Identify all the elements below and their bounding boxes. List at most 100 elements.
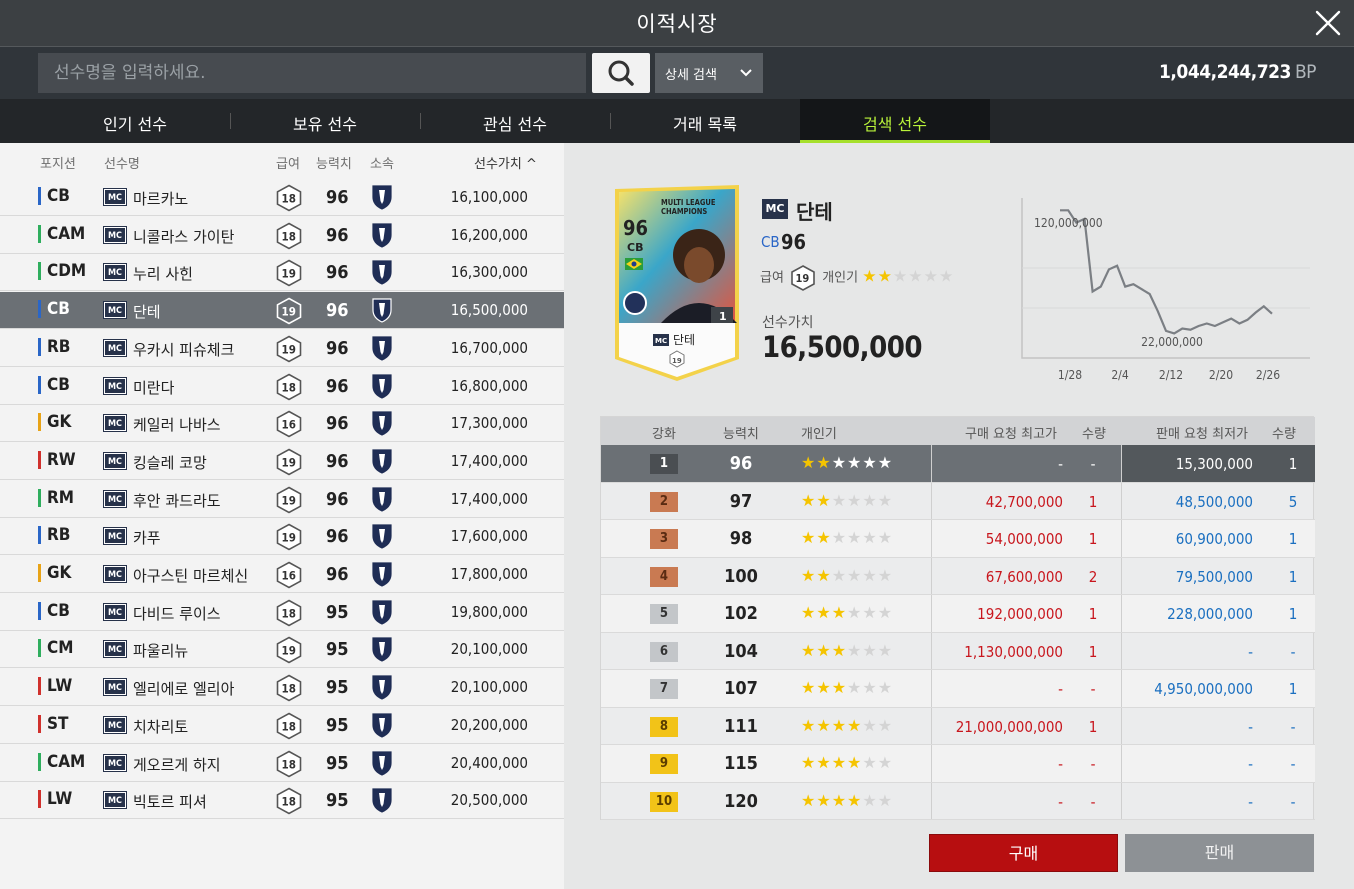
th-ovr: 능력치: [723, 427, 759, 442]
header-position[interactable]: 포지션: [40, 153, 76, 172]
row-pay: 16: [276, 410, 302, 438]
list-row[interactable]: GK MC 아구스틴 마르체신 16 96 17,800,000: [0, 556, 564, 593]
star-icon: ★: [831, 715, 848, 735]
enhance-row[interactable]: 3 98 ★★★★★★ 54,000,000 1 60,900,000 1: [601, 520, 1315, 558]
pay-value: 18: [282, 380, 296, 394]
star-icon: ★: [862, 753, 878, 772]
enhance-row[interactable]: 4 100 ★★★★★★ 67,600,000 2 79,500,000 1: [601, 557, 1315, 595]
star-icon: ★: [877, 678, 894, 697]
list-row[interactable]: RB MC 우카시 피슈체크 19 96 16,700,000: [0, 330, 564, 367]
row-name: 빅토르 피셔: [133, 793, 207, 812]
header-club[interactable]: 소속: [370, 153, 394, 172]
star-icon: ★: [877, 715, 894, 735]
enhance-row[interactable]: 8 111 ★★★★★★ 21,000,000,000 1- -: [601, 707, 1315, 745]
pay-hex-icon: 18: [276, 674, 302, 702]
list-row[interactable]: RM MC 후안 콰드라도 19 96 17,400,000: [0, 481, 564, 518]
list-row[interactable]: CB MC 미란다 18 96 16,800,000: [0, 368, 564, 405]
star-icon: ★: [831, 528, 848, 547]
star-icon: ★: [831, 640, 848, 660]
enhance-row[interactable]: 1 96 ★★★★★★ - -15,300,000 1: [601, 445, 1315, 483]
list-row[interactable]: CB MC 다비드 루이스 18 95 19,800,000: [0, 594, 564, 631]
header-ovr[interactable]: 능력치: [316, 153, 352, 172]
enhance-stars: ★★★★★★: [801, 603, 893, 622]
window-title: 이적시장: [636, 12, 718, 36]
close-icon[interactable]: [1314, 9, 1342, 37]
card-pay: 19: [672, 357, 682, 365]
tab-1[interactable]: 보유 선수: [230, 99, 420, 143]
list-row[interactable]: CAM MC 니콜라스 가이탄 18 96 16,200,000: [0, 217, 564, 254]
pay-line: 급여 19 개인기 ★★★★★★: [760, 264, 954, 292]
row-ovr: 95: [326, 790, 349, 812]
list-row[interactable]: CM MC 파울리뉴 19 95 20,100,000: [0, 631, 564, 669]
player-name: 단테: [796, 200, 833, 224]
tab-4[interactable]: 검색 선수: [800, 99, 990, 143]
header-pay[interactable]: 급여: [276, 153, 300, 172]
player-card[interactable]: 96 CB MULTI LEAGUE CHAMPIONS 1 MC 단테 19: [613, 183, 741, 383]
header-value[interactable]: 선수가치 ^: [474, 153, 537, 172]
search-button[interactable]: [592, 53, 650, 93]
buy-qty: -: [1090, 455, 1096, 473]
row-value: 20,400,000: [450, 753, 528, 772]
list-row[interactable]: CB MC 단테 19 96 16,500,000: [0, 292, 564, 330]
star-icon: ★: [847, 565, 863, 585]
row-name: 미란다: [133, 378, 175, 397]
list-row[interactable]: ST MC 치차리토 18 95 20,200,000: [0, 707, 564, 744]
enhance-row[interactable]: 9 115 ★★★★★★ - - - -: [601, 745, 1315, 783]
enhance-badge: 6: [650, 641, 678, 662]
bp-balance: 1,044,244,723 BP: [1159, 61, 1316, 83]
star-icon: ★: [831, 565, 848, 585]
tab-2[interactable]: 관심 선수: [420, 99, 610, 143]
chart-x-tick: 2/12: [1159, 368, 1183, 382]
enhance-ovr: 115: [724, 753, 758, 774]
list-row[interactable]: LW MC 엘리에로 엘리아 18 95 20,100,000: [0, 669, 564, 707]
buy-max-price: 54,000,000: [985, 530, 1063, 548]
club-crest-icon: [372, 562, 392, 587]
tab-3[interactable]: 거래 목록: [610, 99, 800, 143]
sell-button[interactable]: 판매: [1125, 834, 1314, 872]
row-name: 니콜라스 가이탄: [133, 227, 235, 246]
list-row[interactable]: GK MC 케일러 나바스 16 96 17,300,000: [0, 405, 564, 443]
row-pay: 18: [276, 373, 302, 401]
tab-0[interactable]: 인기 선수: [40, 99, 230, 143]
enhance-row[interactable]: 10 120 ★★★★★★ - - - -: [601, 782, 1315, 820]
list-row[interactable]: LW MC 빅토르 피셔 18 95 20,500,000: [0, 782, 564, 820]
list-row[interactable]: RW MC 킹슬레 코망 19 96 17,400,000: [0, 443, 564, 480]
star-icon: ★: [801, 528, 817, 547]
row-ovr: 96: [326, 450, 349, 472]
list-row[interactable]: CB MC 마르카노 18 96 16,100,000: [0, 179, 564, 216]
club-crest-icon: [372, 675, 392, 700]
card-season-line1: MULTI LEAGUE: [661, 198, 716, 207]
enhance-row[interactable]: 2 97 ★★★★★★ 42,700,000 1 48,500,000 5: [601, 482, 1315, 520]
season-badge: MC: [103, 188, 127, 206]
star-icon: ★: [816, 678, 832, 697]
header-name[interactable]: 선수명: [104, 153, 140, 172]
star-icon: ★: [877, 640, 894, 660]
chart-x-tick: 2/4: [1111, 368, 1129, 382]
season-badge: MC: [103, 527, 127, 546]
buy-button[interactable]: 구매: [929, 834, 1118, 872]
list-row[interactable]: CAM MC 게오르게 하지 18 95 20,400,000: [0, 745, 564, 782]
row-position: LW: [38, 677, 72, 696]
row-name: 엘리에로 엘리아: [133, 680, 235, 699]
star-icon: ★: [892, 266, 909, 286]
search-input[interactable]: [38, 53, 586, 93]
row-name: 게오르게 하지: [133, 755, 221, 774]
pay-hex-icon: 19: [276, 259, 302, 287]
list-row[interactable]: RB MC 카푸 19 96 17,600,000: [0, 518, 564, 556]
season-badge: MC: [103, 376, 127, 395]
pay-value: 19: [282, 455, 296, 469]
enhance-row[interactable]: 7 107 ★★★★★★ - -4,950,000,000 1: [601, 670, 1315, 708]
row-pay: 19: [276, 297, 302, 325]
pay-value: 19: [282, 342, 296, 356]
enhance-row[interactable]: 5 102 ★★★★★★ 192,000,000 1 228,000,000 1: [601, 595, 1315, 633]
detail-search-button[interactable]: 상세 검색: [655, 53, 763, 93]
star-icon: ★: [801, 490, 817, 510]
season-badge: MC: [103, 791, 127, 810]
star-icon: ★: [847, 603, 863, 622]
club-crest-icon: [372, 449, 392, 474]
club-crest-icon: [372, 373, 392, 399]
list-row[interactable]: CDM MC 누리 사힌 19 96 16,300,000: [0, 254, 564, 292]
list-header: 포지션 선수명 급여 능력치 소속 선수가치 ^: [0, 143, 564, 179]
enhance-row[interactable]: 6 104 ★★★★★★ 1,130,000,000 1- -: [601, 632, 1315, 670]
star-icon: ★: [816, 790, 832, 810]
